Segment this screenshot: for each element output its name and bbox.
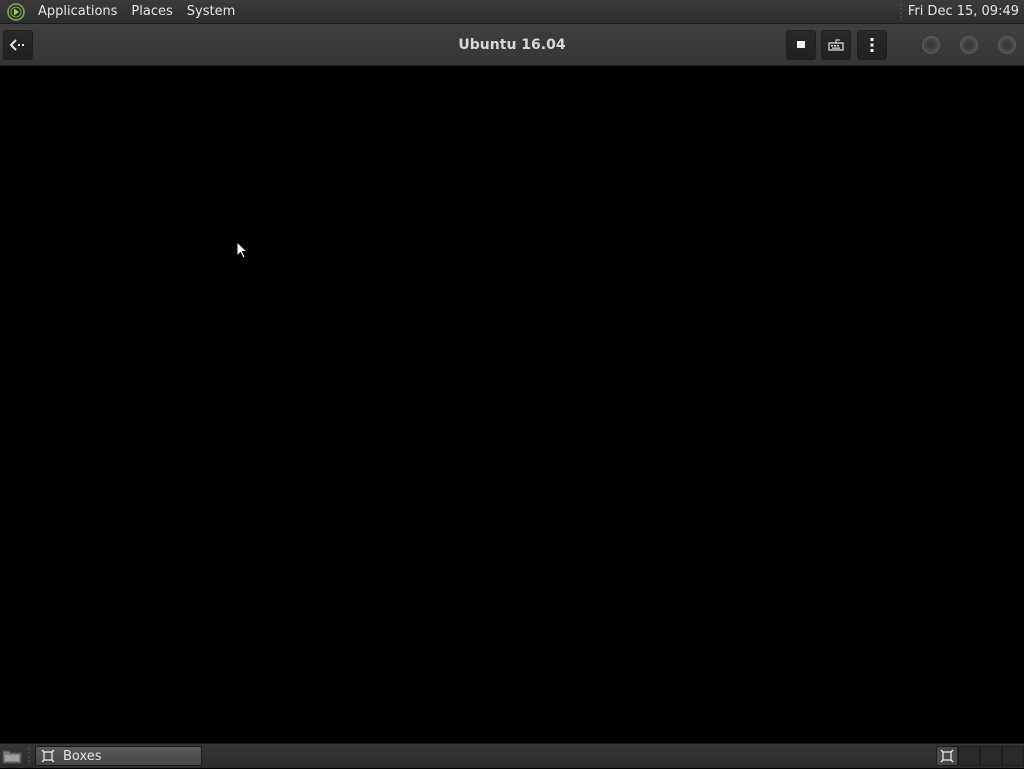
menu-button[interactable] <box>857 30 887 60</box>
stop-icon <box>797 41 805 48</box>
show-desktop-button[interactable] <box>2 747 22 765</box>
keyboard-icon <box>828 39 844 51</box>
panel-separator <box>899 2 902 21</box>
taskbar-button-boxes[interactable]: Boxes <box>35 746 202 766</box>
workspace-2[interactable] <box>958 746 980 766</box>
stop-button[interactable] <box>786 30 816 60</box>
header-bar: Ubuntu 16.04 <box>0 24 1024 66</box>
show-desktop-icon <box>2 750 22 764</box>
mouse-pointer-icon <box>236 241 248 259</box>
workspace-4[interactable] <box>1002 746 1024 766</box>
keyboard-button[interactable] <box>821 30 851 60</box>
menu-applications[interactable]: Applications <box>31 0 124 24</box>
workspace-3[interactable] <box>980 746 1002 766</box>
clock[interactable]: Fri Dec 15, 09:49 <box>908 4 1024 19</box>
vertical-dots-menu-icon <box>870 38 874 52</box>
top-panel: Applications Places System Fri Dec 15, 0… <box>0 0 1024 24</box>
bottom-panel: Boxes <box>0 743 1024 768</box>
back-arrow-icon <box>9 39 24 51</box>
maximize-button[interactable] <box>960 36 978 54</box>
back-button[interactable] <box>3 30 33 60</box>
minimize-button[interactable] <box>922 36 940 54</box>
vm-display[interactable] <box>0 66 1024 743</box>
tasklist-separator <box>28 747 30 765</box>
distro-logo-icon[interactable] <box>7 2 25 21</box>
taskbar-button-label: Boxes <box>63 748 102 764</box>
close-button[interactable] <box>998 36 1016 54</box>
boxes-app-icon <box>940 749 954 763</box>
boxes-app-icon <box>41 749 55 763</box>
menu-system[interactable]: System <box>180 0 242 24</box>
workspace-1[interactable] <box>936 746 958 766</box>
menu-places[interactable]: Places <box>124 0 179 24</box>
